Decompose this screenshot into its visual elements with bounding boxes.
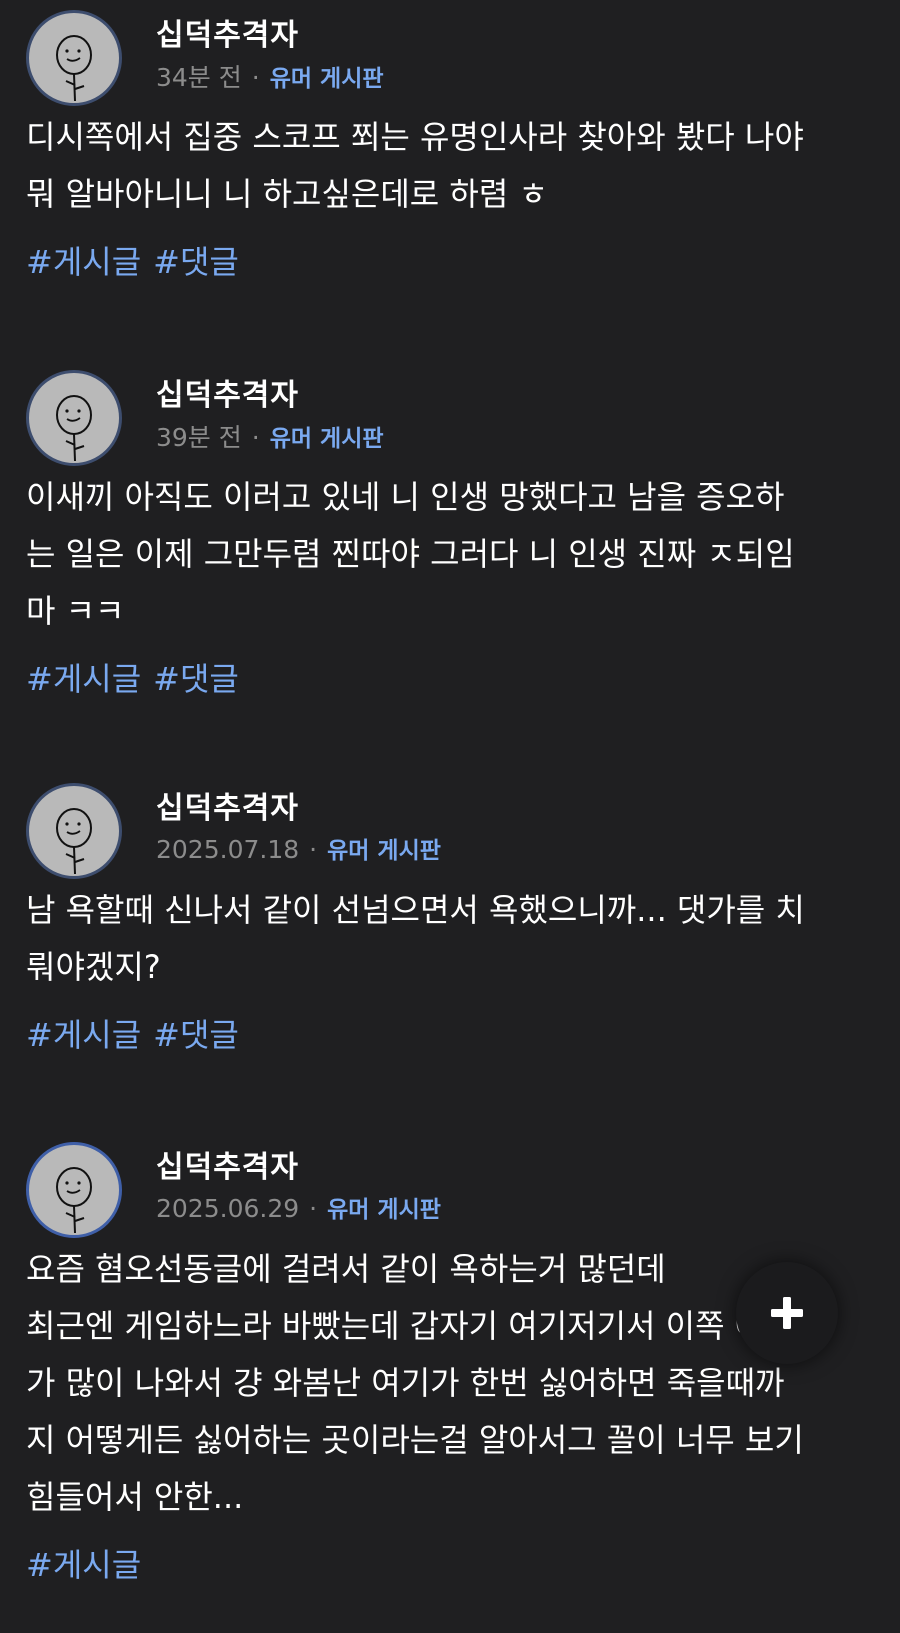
avatar[interactable] xyxy=(26,783,122,879)
meta-separator: · xyxy=(309,1194,318,1223)
tag-link[interactable]: #댓글 xyxy=(153,1016,239,1054)
post-time: 39분 전 xyxy=(156,423,242,452)
meta-separator: · xyxy=(309,835,318,864)
author-name[interactable]: 십덕추격자 xyxy=(156,370,299,414)
post-meta: 39분 전 · 유머 게시판 xyxy=(156,418,384,454)
tag-link[interactable]: #댓글 xyxy=(153,660,239,698)
post-header: 십덕추격자 39분 전 · 유머 게시판 xyxy=(26,360,874,466)
post-body[interactable]: 남 욕할때 신나서 같이 선넘으면서 욕했으니까... 댓가를 치 뤄야겠지? xyxy=(26,882,874,996)
board-link[interactable]: 유머 게시판 xyxy=(327,838,441,864)
avatar[interactable] xyxy=(26,370,122,466)
post-header: 십덕추격자 2025.07.18 · 유머 게시판 xyxy=(26,773,874,879)
doodle-face-icon xyxy=(56,35,92,102)
post-meta: 2025.07.18 · 유머 게시판 xyxy=(156,831,441,865)
tag-list: #게시글 #댓글 xyxy=(26,1010,874,1060)
doodle-face-icon xyxy=(56,395,92,462)
post-header: 십덕추격자 2025.06.29 · 유머 게시판 xyxy=(26,1132,874,1238)
author-name[interactable]: 십덕추격자 xyxy=(156,10,299,54)
plus-icon xyxy=(771,1297,803,1329)
post-time: 2025.07.18 xyxy=(156,835,300,864)
meta-separator: · xyxy=(251,63,260,92)
tag-link[interactable]: #게시글 xyxy=(26,1016,141,1054)
create-post-button[interactable] xyxy=(736,1262,838,1364)
post-meta: 2025.06.29 · 유머 게시판 xyxy=(156,1190,441,1224)
tag-link[interactable]: #게시글 xyxy=(26,243,141,281)
post-header: 십덕추격자 34분 전 · 유머 게시판 xyxy=(26,0,874,106)
post-item[interactable]: 십덕추격자 2025.07.18 · 유머 게시판 남 욕할때 신나서 같이 선넘으… xyxy=(0,773,900,1060)
doodle-face-icon xyxy=(56,808,92,875)
avatar[interactable] xyxy=(26,10,122,106)
author-name[interactable]: 십덕추격자 xyxy=(156,1142,299,1186)
post-meta: 34분 전 · 유머 게시판 xyxy=(156,58,384,94)
board-link[interactable]: 유머 게시판 xyxy=(270,426,384,452)
post-item[interactable]: 십덕추격자 2025.06.29 · 유머 게시판 요즘 혐오선동글에 걸려서 같이… xyxy=(0,1132,900,1590)
tag-link[interactable]: #게시글 xyxy=(26,660,141,698)
tag-list: #게시글 xyxy=(26,1540,874,1590)
doodle-face-icon xyxy=(56,1167,92,1234)
post-item[interactable]: 십덕추격자 34분 전 · 유머 게시판 디시쪽에서 집중 스코프 쬐는 유명인사라… xyxy=(0,0,900,287)
post-time: 34분 전 xyxy=(156,63,242,92)
author-name[interactable]: 십덕추격자 xyxy=(156,783,299,827)
post-body[interactable]: 디시쪽에서 집중 스코프 쬐는 유명인사라 찾아와 봤다 나야 뭐 알바아니니 … xyxy=(26,109,874,223)
board-link[interactable]: 유머 게시판 xyxy=(270,66,384,92)
post-time: 2025.06.29 xyxy=(156,1194,300,1223)
post-item[interactable]: 십덕추격자 39분 전 · 유머 게시판 이새끼 아직도 이러고 있네 니 인생 망… xyxy=(0,360,900,704)
tag-list: #게시글 #댓글 xyxy=(26,237,874,287)
avatar[interactable] xyxy=(26,1142,122,1238)
meta-separator: · xyxy=(251,423,260,452)
tag-link[interactable]: #게시글 xyxy=(26,1546,141,1584)
post-body[interactable]: 이새끼 아직도 이러고 있네 니 인생 망했다고 남을 증오하 는 일은 이제 … xyxy=(26,469,874,640)
board-link[interactable]: 유머 게시판 xyxy=(327,1197,441,1223)
tag-link[interactable]: #댓글 xyxy=(153,243,239,281)
tag-list: #게시글 #댓글 xyxy=(26,654,874,704)
